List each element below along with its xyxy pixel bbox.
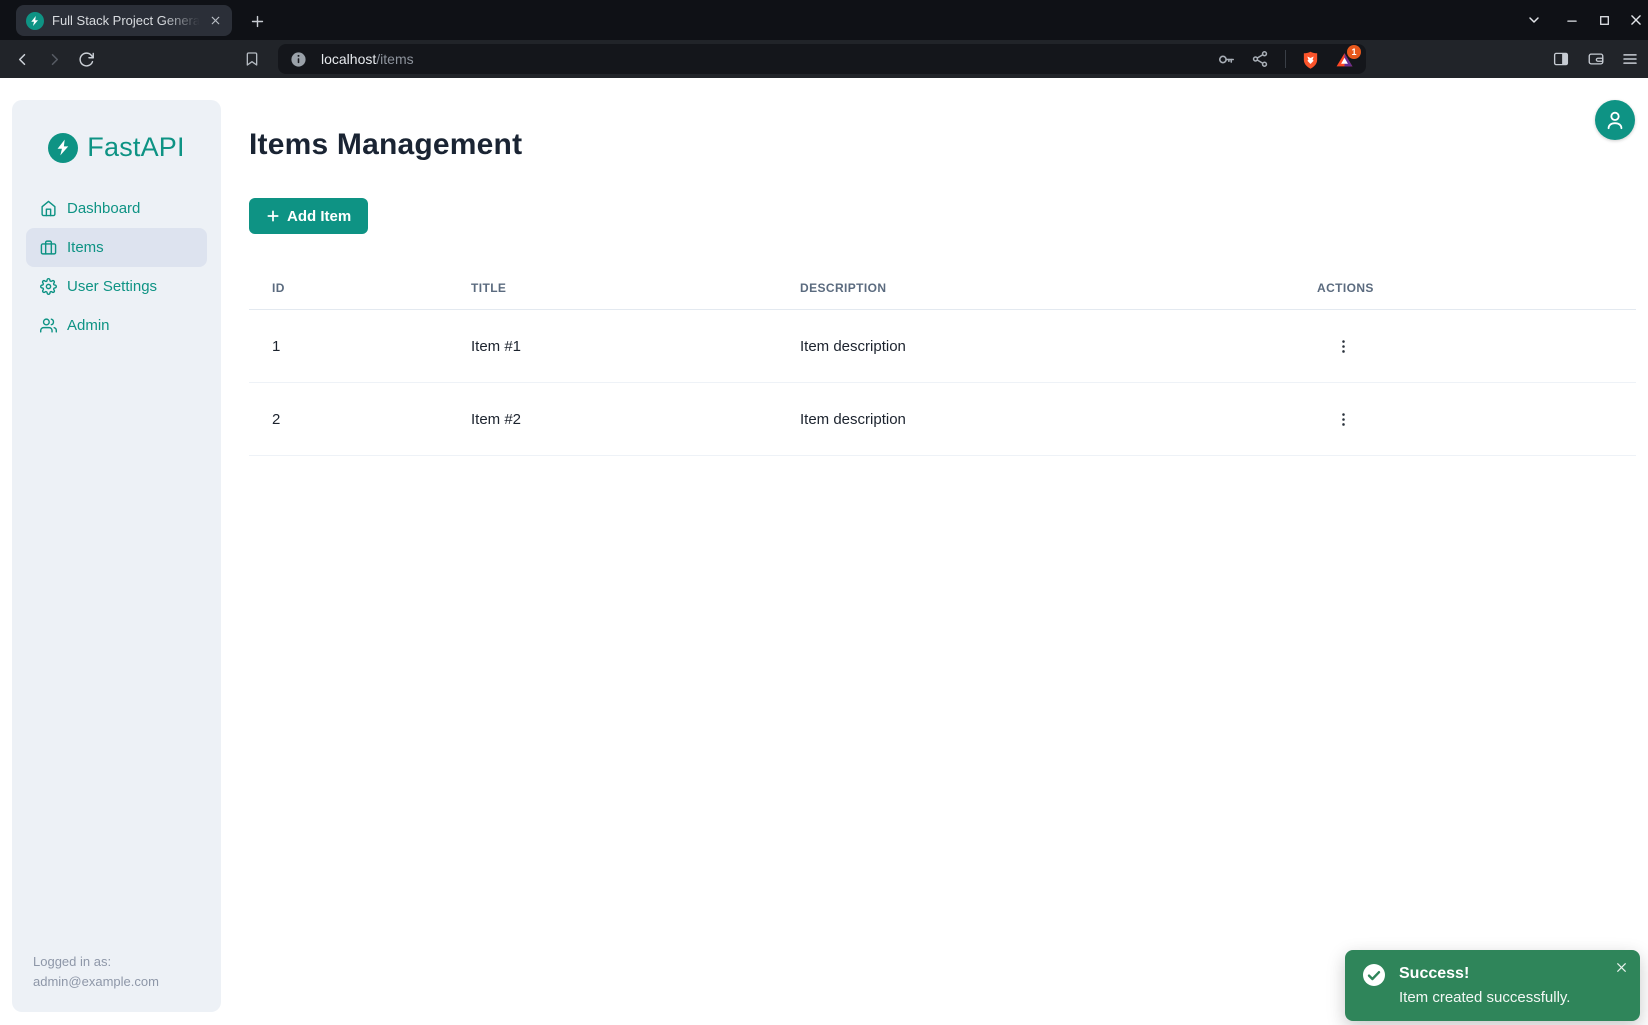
kebab-menu-icon	[1335, 338, 1352, 355]
cell-description: Item description	[800, 338, 1317, 355]
sidebar-item-items[interactable]: Items	[26, 228, 207, 267]
menu-hamburger-icon[interactable]	[1618, 47, 1642, 71]
plus-icon	[266, 209, 280, 223]
user-avatar-button[interactable]	[1595, 100, 1635, 140]
sidebar-toggle-icon[interactable]	[1549, 47, 1573, 71]
table-row: 1 Item #1 Item description	[249, 310, 1636, 383]
reload-button[interactable]	[74, 47, 98, 71]
cell-id: 1	[249, 338, 471, 355]
logged-in-label: Logged in as:	[33, 952, 159, 972]
success-toast: Success! Item created successfully.	[1345, 950, 1640, 1021]
fastapi-bolt-icon	[48, 133, 78, 163]
logged-in-info: Logged in as: admin@example.com	[33, 952, 159, 992]
new-tab-button[interactable]	[244, 8, 270, 34]
app-logo-text: FastAPI	[87, 132, 184, 163]
site-info-icon[interactable]	[290, 51, 307, 68]
browser-tab-bar: Full Stack Project Genera	[0, 0, 1648, 40]
user-icon	[1604, 109, 1626, 131]
brave-rewards-bat-icon[interactable]: 1	[1335, 50, 1354, 69]
sidebar-item-admin[interactable]: Admin	[26, 306, 207, 345]
fastapi-favicon-icon	[26, 12, 44, 30]
cell-description: Item description	[800, 411, 1317, 428]
toast-message: Item created successfully.	[1399, 985, 1570, 1010]
briefcase-icon	[40, 239, 57, 256]
rewards-badge: 1	[1347, 45, 1361, 59]
back-button[interactable]	[10, 47, 34, 71]
sidebar-item-label: Dashboard	[67, 200, 140, 217]
tab-search-chevron-icon[interactable]	[1522, 0, 1546, 40]
app-page: FastAPI Dashboard Items	[0, 78, 1648, 1025]
column-header-actions: ACTIONS	[1317, 281, 1636, 295]
sidebar: FastAPI Dashboard Items	[12, 100, 221, 1012]
window-minimize-button[interactable]	[1560, 0, 1584, 40]
sidebar-item-label: User Settings	[67, 278, 157, 295]
window-maximize-button[interactable]	[1592, 0, 1616, 40]
bookmark-icon[interactable]	[240, 47, 264, 71]
sidebar-item-dashboard[interactable]: Dashboard	[26, 189, 207, 228]
tab-close-icon[interactable]	[206, 12, 224, 30]
page-title: Items Management	[249, 128, 522, 162]
password-key-icon[interactable]	[1217, 50, 1236, 69]
row-actions-menu-button[interactable]	[1329, 405, 1357, 433]
row-actions-menu-button[interactable]	[1329, 332, 1357, 360]
cell-id: 2	[249, 411, 471, 428]
sidebar-item-label: Items	[67, 239, 104, 256]
app-logo: FastAPI	[12, 132, 221, 163]
add-item-label: Add Item	[287, 208, 351, 225]
cell-title: Item #2	[471, 411, 800, 428]
table-header-row: ID TITLE DESCRIPTION ACTIONS	[249, 267, 1636, 310]
cell-title: Item #1	[471, 338, 800, 355]
sidebar-nav: Dashboard Items User Settings	[12, 189, 221, 345]
share-icon[interactable]	[1251, 50, 1270, 69]
toast-close-icon[interactable]	[1613, 959, 1629, 975]
toast-title: Success!	[1399, 963, 1570, 985]
home-icon	[40, 200, 57, 217]
items-table: ID TITLE DESCRIPTION ACTIONS 1 Item #1 I…	[249, 267, 1636, 456]
column-header-id: ID	[249, 281, 471, 295]
add-item-button[interactable]: Add Item	[249, 198, 368, 234]
window-close-button[interactable]	[1624, 0, 1648, 40]
toolbar-separator	[1285, 50, 1286, 68]
tab-title: Full Stack Project Genera	[52, 13, 206, 28]
logged-in-email: admin@example.com	[33, 972, 159, 992]
brave-shield-icon[interactable]	[1301, 50, 1320, 69]
kebab-menu-icon	[1335, 411, 1352, 428]
browser-tab[interactable]: Full Stack Project Genera	[16, 5, 232, 36]
url-text: localhost/items	[321, 51, 414, 67]
check-circle-icon	[1362, 963, 1386, 987]
column-header-description: DESCRIPTION	[800, 281, 1317, 295]
sidebar-item-user-settings[interactable]: User Settings	[26, 267, 207, 306]
browser-window: Full Stack Project Genera	[0, 0, 1648, 1025]
browser-toolbar: localhost/items 1	[0, 40, 1648, 78]
column-header-title: TITLE	[471, 281, 800, 295]
users-icon	[40, 317, 57, 334]
sidebar-item-label: Admin	[67, 317, 110, 334]
address-bar[interactable]: localhost/items 1	[278, 44, 1366, 74]
gear-icon	[40, 278, 57, 295]
wallet-icon[interactable]	[1584, 47, 1608, 71]
table-row: 2 Item #2 Item description	[249, 383, 1636, 456]
forward-button[interactable]	[42, 47, 66, 71]
